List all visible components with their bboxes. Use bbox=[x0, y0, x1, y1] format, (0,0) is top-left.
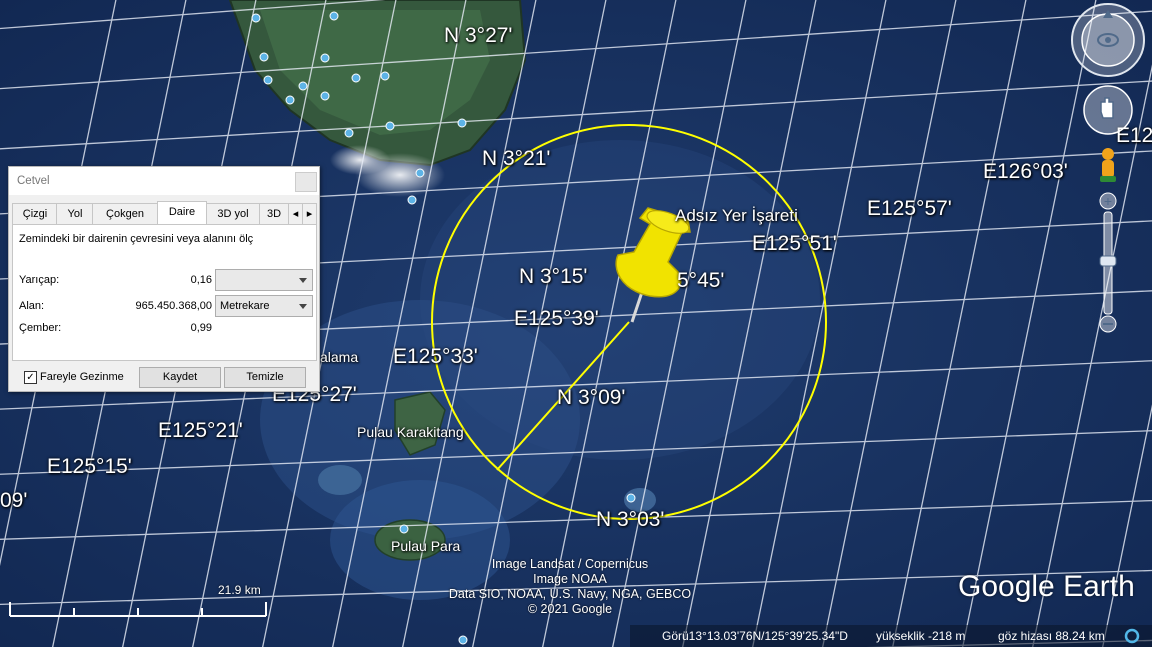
navigation-controls[interactable]: + bbox=[1068, 2, 1148, 338]
ruler-title: Cetvel bbox=[17, 175, 50, 187]
reef bbox=[318, 465, 362, 495]
credit-line: © 2021 Google bbox=[527, 602, 613, 616]
radius-unit-select[interactable] bbox=[215, 269, 313, 291]
place-label-partial[interactable]: alama bbox=[320, 349, 358, 365]
credit-line: Image NOAA bbox=[533, 572, 607, 586]
cloud bbox=[330, 145, 390, 175]
scale-label: 21.9 km bbox=[218, 583, 261, 597]
scale-bar bbox=[9, 602, 267, 617]
grid-label: N 3°03' bbox=[596, 508, 665, 531]
credit-line: Image Landsat / Copernicus bbox=[491, 557, 649, 571]
clear-button[interactable]: Temizle bbox=[224, 367, 306, 388]
circumference-value: 0,99 bbox=[190, 322, 212, 334]
grid-label: E125°21' bbox=[158, 419, 243, 442]
grid-label: E126°03' bbox=[983, 160, 1068, 183]
imagery-credits: Image Landsat / Copernicus Image NOAA Da… bbox=[430, 557, 710, 617]
street-view-pegman-icon[interactable] bbox=[1100, 148, 1116, 182]
tab-3d-path[interactable]: 3D yol bbox=[206, 203, 260, 226]
tab-scroll-left[interactable]: ◂ bbox=[288, 203, 303, 226]
grid-label: E125°33' bbox=[393, 345, 478, 368]
mouse-nav-label: Fareyle Gezinme bbox=[40, 371, 124, 383]
grid-label: E125°57' bbox=[867, 197, 952, 220]
credit-line: Data SIO, NOAA, U.S. Navy, NGA, GEBCO bbox=[448, 587, 692, 601]
save-button[interactable]: Kaydet bbox=[139, 367, 221, 388]
grid-label: N 3°21' bbox=[482, 147, 551, 170]
ruler-dialog[interactable]: Cetvel Çizgi Yol Çokgen Daire 3D yol 3D … bbox=[8, 166, 320, 392]
grid-label: E125°15' bbox=[47, 455, 132, 478]
ruler-tabs: Çizgi Yol Çokgen Daire 3D yol 3D ◂ ▸ bbox=[12, 201, 317, 227]
tab-path[interactable]: Yol bbox=[56, 203, 94, 226]
grid-label: 09' bbox=[0, 489, 28, 512]
place-label-karakitang[interactable]: Pulau Karakitang bbox=[357, 424, 464, 440]
loading-ring-icon bbox=[1124, 628, 1140, 644]
grid-label: N 3°27' bbox=[444, 24, 513, 47]
eye-altitude-readout: göz hizası 88.24 km bbox=[998, 629, 1105, 643]
radius-value: 0,16 bbox=[190, 274, 212, 286]
grid-label: E125°51' bbox=[752, 232, 837, 255]
svg-text:+: + bbox=[1104, 193, 1112, 209]
grid-label: N 3°09' bbox=[557, 386, 626, 409]
look-around-icon[interactable] bbox=[1071, 3, 1145, 77]
mouse-nav-checkbox[interactable]: ✓ bbox=[24, 371, 37, 384]
tab-scroll-right[interactable]: ▸ bbox=[302, 203, 317, 226]
area-value: 965.450.368,00 bbox=[135, 300, 212, 312]
status-bar: Görü13°13.03'76N/125°39'25.34"D yüksekli… bbox=[630, 625, 1152, 647]
zoom-slider[interactable]: + bbox=[1099, 192, 1117, 333]
grid-label: 5°45' bbox=[677, 269, 725, 292]
tab-3d-polygon[interactable]: 3D bbox=[259, 203, 289, 226]
circumference-label: Çember: bbox=[19, 322, 62, 334]
ruler-titlebar[interactable]: Cetvel bbox=[9, 167, 319, 195]
area-unit-select[interactable]: Metrekare bbox=[215, 295, 313, 317]
panel-description: Zemindeki bir dairenin çevresini veya al… bbox=[19, 233, 254, 245]
circle-panel: Zemindeki bir dairenin çevresini veya al… bbox=[12, 224, 317, 361]
cursor-coordinates: Görü13°13.03'76N/125°39'25.34"D bbox=[662, 629, 848, 643]
google-earth-logo: Google Earth bbox=[958, 570, 1135, 603]
grid-label: E125°39' bbox=[514, 307, 599, 330]
pan-hand-icon[interactable] bbox=[1083, 85, 1133, 135]
grid-label: N 3°15' bbox=[519, 265, 588, 288]
elevation-readout: yükseklik -218 m bbox=[876, 629, 966, 643]
tab-line[interactable]: Çizgi bbox=[12, 203, 58, 226]
area-label: Alan: bbox=[19, 300, 45, 312]
close-button[interactable] bbox=[295, 172, 317, 192]
placemark-label[interactable]: Adsız Yer İşareti bbox=[675, 206, 798, 226]
place-label-para[interactable]: Pulau Para bbox=[391, 538, 460, 554]
tab-polygon[interactable]: Çokgen bbox=[92, 203, 158, 226]
radius-label: Yarıçap: bbox=[19, 274, 60, 286]
